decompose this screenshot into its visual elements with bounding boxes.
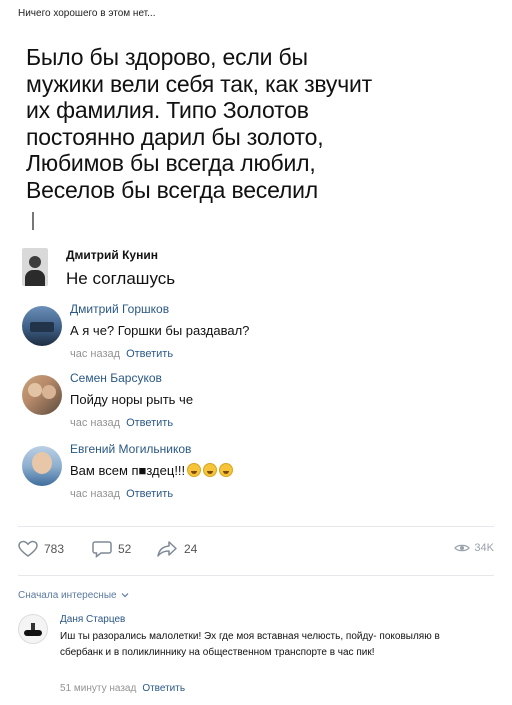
post-line: постоянно дарил бы золото,	[26, 123, 324, 150]
comment-text: Вам всем п■здец!!!	[70, 463, 186, 478]
likes-count: 783	[44, 542, 65, 556]
text-cursor	[32, 212, 34, 230]
post-text: Было бы здорово, если бы мужики вели себ…	[26, 44, 486, 203]
comment-time: час назад	[70, 488, 121, 500]
shares-count: 24	[184, 542, 198, 556]
share-button[interactable]: 24	[156, 540, 197, 558]
comment-time: 51 минуту назад	[60, 683, 137, 694]
grinning-face-icon	[203, 463, 218, 477]
comment-text: Пойду норы рыть че	[70, 392, 194, 407]
reply-link[interactable]: Ответить	[126, 348, 173, 360]
post-actions: 783 52 24 34K	[18, 538, 494, 562]
comment-text-row: Вам всем п■здец!!!	[70, 463, 234, 478]
post-line: Веселов бы всегда веселил	[26, 176, 319, 203]
reply-link[interactable]: Ответить	[126, 488, 173, 500]
grinning-face-icon	[187, 463, 202, 477]
comment-author[interactable]: Даня Старцев	[60, 614, 125, 625]
grinning-face-icon	[219, 463, 234, 477]
post-line: Любимов бы всегда любил,	[26, 150, 316, 176]
comment-author[interactable]: Евгений Могильников	[70, 442, 191, 456]
comment: Дмитрий Горшков А я че? Горшки бы раздав…	[18, 302, 488, 364]
heart-icon	[18, 540, 38, 557]
comments-button[interactable]: 52	[92, 540, 131, 558]
avatar[interactable]	[18, 614, 48, 644]
comment-meta: 51 минуту назад Ответить	[60, 683, 185, 694]
comment: Семен Барсуков Пойду норы рыть че час на…	[18, 371, 488, 433]
chevron-down-icon	[121, 593, 129, 598]
comment-text: Не соглашусь	[66, 269, 176, 288]
views-count: 34K	[474, 542, 494, 554]
views: 34K	[454, 542, 494, 554]
avatar[interactable]	[22, 306, 62, 346]
divider	[18, 526, 494, 527]
comment-author[interactable]: Дмитрий Горшков	[70, 302, 169, 316]
avatar[interactable]	[22, 248, 48, 286]
reply-link[interactable]: Ответить	[142, 683, 185, 694]
comment-time: час назад	[70, 417, 121, 429]
post-line: мужики вели себя так, как звучит	[26, 70, 373, 97]
share-icon	[157, 541, 177, 557]
avatar[interactable]	[22, 375, 62, 415]
comment-meta: час назад Ответить	[70, 348, 173, 360]
comment-author[interactable]: Дмитрий Кунин	[66, 248, 158, 262]
comment-icon	[92, 541, 112, 558]
comment-meta: час назад Ответить	[70, 488, 173, 500]
like-button[interactable]: 783	[18, 540, 64, 558]
comment: Евгений Могильников Вам всем п■здец!!! ч…	[18, 442, 488, 504]
comment-meta: час назад Ответить	[70, 417, 173, 429]
post-line: их фамилия. Типо Золотов	[26, 97, 309, 123]
avatar[interactable]	[22, 446, 62, 486]
eye-icon	[454, 544, 471, 552]
comment-author[interactable]: Семен Барсуков	[70, 371, 162, 385]
comment-text: Иш ты разорались малолетки! Эх где моя в…	[60, 631, 440, 658]
comment-time: час назад	[70, 348, 121, 360]
reply-link[interactable]: Ответить	[126, 417, 173, 429]
comment-text: А я че? Горшки бы раздавал?	[70, 323, 250, 338]
divider	[18, 575, 494, 576]
post-line: Было бы здорово, если бы	[26, 44, 308, 70]
comments-count: 52	[118, 542, 132, 556]
sort-dropdown[interactable]: Сначала интересные	[18, 590, 129, 601]
caption: Ничего хорошего в этом нет...	[18, 8, 156, 19]
sort-label: Сначала интересные	[18, 590, 117, 601]
